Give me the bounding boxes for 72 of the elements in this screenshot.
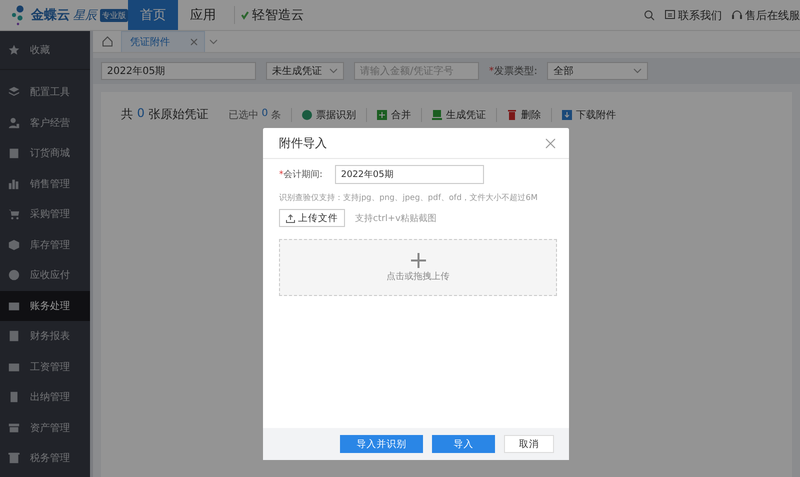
close-icon[interactable] bbox=[190, 38, 198, 46]
sidebar-item[interactable]: 工资管理 bbox=[0, 352, 90, 382]
sidebar-item[interactable]: 订货商城 bbox=[0, 138, 90, 168]
dialog-title: 附件导入 bbox=[279, 134, 327, 152]
sidebar-item[interactable]: 采购管理 bbox=[0, 199, 90, 230]
upload-icon bbox=[286, 214, 295, 222]
invoice-type-select[interactable]: 全部 bbox=[547, 62, 648, 80]
sidebar-item[interactable]: 配置工具 bbox=[0, 77, 90, 108]
paste-hint: 支持ctrl+v粘贴截图 bbox=[355, 212, 437, 224]
selected-label: 已选中 bbox=[228, 108, 259, 122]
plus-icon bbox=[410, 252, 426, 268]
home-icon[interactable] bbox=[102, 36, 112, 47]
toolbar-action[interactable]: 删除 bbox=[507, 108, 542, 122]
search-icon[interactable] bbox=[644, 10, 655, 20]
sidebar-item[interactable]: 账务处理 bbox=[0, 290, 90, 321]
logo-subtitle: 星辰 bbox=[73, 6, 97, 24]
upload-button[interactable]: 上传文件 bbox=[279, 209, 345, 227]
chevron-icon bbox=[633, 68, 642, 74]
status-select[interactable]: 未生成凭证 bbox=[266, 62, 344, 80]
logo-name: 金蝶云 bbox=[31, 7, 70, 24]
dialog-button[interactable]: 导入并识别 bbox=[340, 435, 423, 453]
chevron-icon bbox=[208, 38, 218, 44]
message-icon bbox=[665, 10, 675, 20]
selected-label: 条 bbox=[271, 108, 282, 122]
total-label: 共 bbox=[121, 106, 133, 123]
contact-link[interactable]: 联系我们 bbox=[678, 8, 722, 22]
toolbar-action[interactable]: 生成凭证 bbox=[432, 108, 486, 122]
sidebar-item[interactable]: 销售管理 bbox=[0, 168, 90, 199]
service-link[interactable]: 售后在线服 bbox=[745, 8, 800, 22]
chevron-icon bbox=[329, 68, 338, 74]
toolbar-action[interactable]: 下载附件 bbox=[562, 108, 616, 122]
nav-tab[interactable]: 应用 bbox=[178, 0, 228, 30]
circle-icon bbox=[302, 110, 312, 120]
period-input[interactable]: 2022年05期 bbox=[335, 165, 484, 184]
invoice-type-label: *发票类型: bbox=[489, 64, 538, 78]
page-tab[interactable]: 凭证附件 bbox=[121, 31, 205, 52]
selected-count: 0 bbox=[262, 108, 268, 120]
coin-icon bbox=[8, 269, 20, 282]
total-label: 张原始凭证 bbox=[148, 106, 209, 123]
close-icon[interactable] bbox=[545, 138, 556, 148]
dialog-button[interactable]: 取消 bbox=[504, 435, 554, 453]
nav-tab[interactable]: 首页 bbox=[128, 0, 178, 30]
layers-icon bbox=[8, 86, 20, 98]
sidebar-item[interactable]: 客户经营 bbox=[0, 108, 90, 138]
sidebar-item[interactable]: 应收应付 bbox=[0, 260, 90, 290]
archive-icon bbox=[8, 422, 20, 434]
sidebar-item[interactable]: 库存管理 bbox=[0, 230, 90, 260]
person-icon bbox=[8, 116, 20, 129]
bar-chart-icon bbox=[8, 178, 20, 190]
toolbar-action[interactable]: 合并 bbox=[377, 108, 412, 122]
period-field[interactable]: 2022年05期 bbox=[101, 62, 256, 80]
star-icon bbox=[8, 44, 20, 56]
drop-zone[interactable]: 点击或拖拽上传 bbox=[279, 239, 557, 296]
trash-icon bbox=[507, 110, 518, 120]
brand-link[interactable]: 轻智造云 bbox=[252, 6, 304, 24]
download-icon bbox=[562, 110, 572, 120]
period-label: *会计期间: bbox=[279, 168, 324, 181]
sidebar-item[interactable]: 收藏 bbox=[0, 31, 90, 70]
total-count: 0 bbox=[137, 106, 145, 122]
check-icon bbox=[241, 10, 249, 20]
cube-icon bbox=[8, 238, 20, 251]
plus-icon bbox=[377, 110, 388, 120]
sidebar-item[interactable]: 资产管理 bbox=[0, 412, 90, 443]
dialog-button[interactable]: 导入 bbox=[432, 435, 495, 453]
sidebar-item[interactable]: 出纳管理 bbox=[0, 382, 90, 412]
cart-icon bbox=[8, 208, 20, 220]
headset-icon bbox=[732, 10, 742, 20]
toolbar-action[interactable]: 票据识别 bbox=[302, 108, 356, 122]
format-hint: 识别查验仅支持：支持jpg、png、jpeg、pdf、ofd，文件大小不超过6M bbox=[279, 192, 539, 203]
sidebar-item[interactable]: 税务管理 bbox=[0, 443, 90, 474]
sidebar-item[interactable]: 财务报表 bbox=[0, 321, 90, 352]
edition-badge: 专业版 bbox=[100, 8, 128, 22]
